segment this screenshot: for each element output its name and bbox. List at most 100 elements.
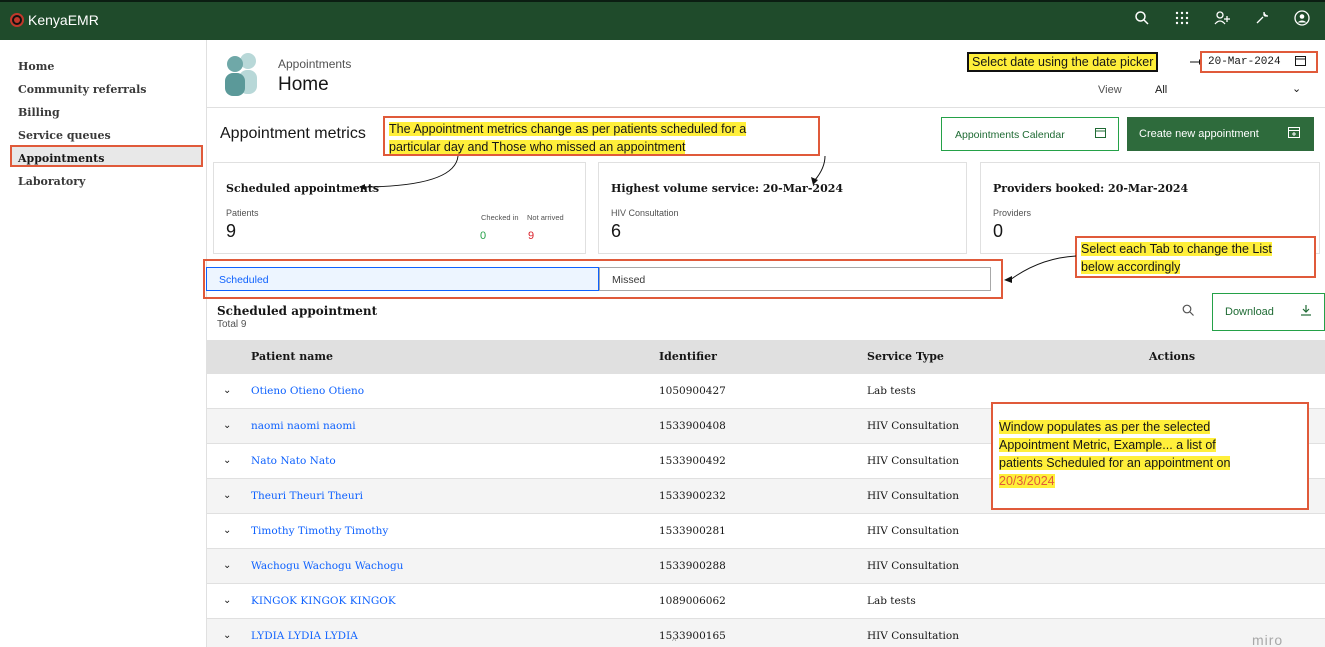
- tab-missed[interactable]: Missed: [599, 267, 991, 291]
- patient-identifier: 1533900492: [659, 455, 726, 467]
- annotation-tabs: Select each Tab to change the List below…: [1075, 236, 1316, 278]
- appointments-calendar-label: Appointments Calendar: [955, 129, 1065, 141]
- sidebar-item-appointments[interactable]: Appointments: [18, 152, 104, 165]
- tools-icon[interactable]: [1253, 10, 1271, 30]
- not-arrived-count: 9: [528, 230, 535, 242]
- create-new-appointment-label: Create new appointment: [1139, 128, 1259, 140]
- patient-identifier: 1533900281: [659, 525, 726, 537]
- table-row[interactable]: ⌄ Timothy Timothy Timothy 1533900281 HIV…: [207, 514, 1325, 549]
- view-filter-select[interactable]: All: [1155, 84, 1167, 96]
- patient-name-link[interactable]: Otieno Otieno Otieno: [251, 385, 364, 397]
- chevron-down-icon[interactable]: ⌄: [1292, 82, 1301, 95]
- sidebar-item-billing[interactable]: Billing: [18, 106, 60, 119]
- sidebar-item-home[interactable]: Home: [18, 60, 54, 73]
- calendar-icon[interactable]: [1295, 55, 1306, 70]
- column-header-patient-name[interactable]: Patient name: [251, 350, 333, 363]
- table-row[interactable]: ⌄ LYDIA LYDIA LYDIA 1533900165 HIV Consu…: [207, 619, 1325, 647]
- app-switcher-icon[interactable]: [1173, 10, 1191, 30]
- table-title: Scheduled appointment: [217, 304, 378, 318]
- not-arrived-label: Not arrived: [527, 213, 564, 222]
- patient-name-link[interactable]: Timothy Timothy Timothy: [251, 525, 388, 537]
- annotation-tabs-line2: below accordingly: [1081, 260, 1181, 274]
- chevron-down-icon[interactable]: ⌄: [223, 595, 231, 606]
- service-type: HIV Consultation: [867, 420, 959, 432]
- download-label: Download: [1225, 306, 1274, 318]
- sidebar-item-laboratory[interactable]: Laboratory: [18, 175, 85, 188]
- metric-card-label: Patients: [226, 208, 259, 218]
- appointments-calendar-button[interactable]: Appointments Calendar: [941, 117, 1119, 151]
- patient-name-link[interactable]: Nato Nato Nato: [251, 455, 336, 467]
- checked-in-label: Checked in: [481, 213, 519, 222]
- patient-name-link[interactable]: Theuri Theuri Theuri: [251, 490, 363, 502]
- chevron-down-icon[interactable]: ⌄: [223, 455, 231, 466]
- metric-card-value: 9: [226, 221, 237, 241]
- chevron-down-icon[interactable]: ⌄: [223, 560, 231, 571]
- chevron-down-icon[interactable]: ⌄: [223, 490, 231, 501]
- annotation-tabs-line1: Select each Tab to change the List: [1081, 242, 1272, 256]
- column-header-actions: Actions: [1149, 350, 1196, 363]
- annotation-window-date: 20/3/2024: [999, 474, 1055, 488]
- tab-scheduled[interactable]: Scheduled: [206, 267, 599, 291]
- chevron-down-icon[interactable]: ⌄: [223, 385, 231, 396]
- patient-name-link[interactable]: naomi naomi naomi: [251, 420, 356, 432]
- brand-logo[interactable]: KenyaEMR: [10, 12, 99, 28]
- patient-name-link[interactable]: KINGOK KINGOK KINGOK: [251, 595, 396, 607]
- brand-name: KenyaEMR: [28, 12, 99, 28]
- chevron-down-icon[interactable]: ⌄: [223, 420, 231, 431]
- sidebar: Home Community referrals Billing Service…: [0, 40, 207, 647]
- column-header-identifier[interactable]: Identifier: [659, 350, 717, 363]
- patient-name-link[interactable]: LYDIA LYDIA LYDIA: [251, 630, 358, 642]
- patient-name-link[interactable]: Wachogu Wachogu Wachogu: [251, 560, 403, 572]
- sidebar-item-service-queues[interactable]: Service queues: [18, 129, 111, 142]
- table-row[interactable]: ⌄ Wachogu Wachogu Wachogu 1533900288 HIV…: [207, 549, 1325, 584]
- date-picker-input[interactable]: 20-Mar-2024: [1200, 51, 1318, 73]
- create-new-appointment-button[interactable]: Create new appointment: [1127, 117, 1314, 151]
- patient-identifier: 1050900427: [659, 385, 726, 397]
- miro-watermark: miro: [1252, 632, 1284, 647]
- appointments-illustration-icon: [217, 50, 267, 96]
- metric-card-label: Providers: [993, 208, 1032, 218]
- patient-identifier: 1533900288: [659, 560, 726, 572]
- table-total: Total 9: [217, 319, 247, 330]
- sidebar-item-community-referrals[interactable]: Community referrals: [18, 83, 146, 96]
- add-calendar-icon: [1288, 126, 1300, 141]
- add-user-icon[interactable]: [1213, 10, 1231, 30]
- metric-card-title: Providers booked: 20-Mar-2024: [993, 182, 1189, 195]
- calendar-icon: [1095, 127, 1106, 141]
- top-actions: [1133, 10, 1311, 30]
- service-type: Lab tests: [867, 385, 916, 397]
- column-header-service-type[interactable]: Service Type: [867, 350, 944, 363]
- metric-card-value: 0: [993, 221, 1004, 241]
- search-icon[interactable]: [1182, 304, 1194, 319]
- service-type: HIV Consultation: [867, 630, 959, 642]
- annotation-arrow-tabs: [1004, 255, 1077, 283]
- date-picker-value: 20-Mar-2024: [1208, 56, 1281, 68]
- service-type: HIV Consultation: [867, 490, 959, 502]
- patient-identifier: 1533900232: [659, 490, 726, 502]
- download-button[interactable]: Download: [1212, 293, 1325, 331]
- service-type: HIV Consultation: [867, 525, 959, 537]
- header-divider: [207, 107, 1325, 108]
- annotation-window: Window populates as per the selected App…: [991, 402, 1309, 510]
- metric-card-label: HIV Consultation: [611, 208, 679, 218]
- annotation-window-line3: patients Scheduled for an appointment on: [999, 456, 1231, 470]
- checked-in-count: 0: [480, 230, 487, 242]
- annotation-arrows: [359, 155, 826, 190]
- top-navigation-bar: KenyaEMR: [0, 0, 1325, 40]
- kenyaemr-logo-icon: [10, 13, 24, 27]
- chevron-down-icon[interactable]: ⌄: [223, 525, 231, 536]
- metric-card-value: 6: [611, 221, 622, 241]
- service-type: Lab tests: [867, 595, 916, 607]
- annotation-metrics-line1: The Appointment metrics change as per pa…: [389, 122, 747, 136]
- user-avatar-icon[interactable]: [1293, 10, 1311, 30]
- chevron-down-icon[interactable]: ⌄: [223, 630, 231, 641]
- table-row[interactable]: ⌄ KINGOK KINGOK KINGOK 1089006062 Lab te…: [207, 584, 1325, 619]
- patient-identifier: 1533900408: [659, 420, 726, 432]
- service-type: HIV Consultation: [867, 455, 959, 467]
- patient-identifier: 1533900165: [659, 630, 726, 642]
- chevron-up-icon[interactable]: ^: [672, 636, 676, 646]
- table-header: Patient name Identifier Service Type Act…: [207, 340, 1325, 374]
- search-icon[interactable]: [1133, 10, 1151, 30]
- download-icon: [1300, 304, 1312, 319]
- annotation-window-line1: Window populates as per the selected: [999, 420, 1211, 434]
